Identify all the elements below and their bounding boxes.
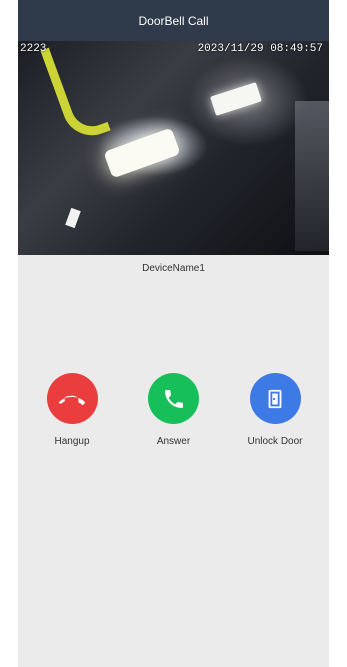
camera-scene-cable bbox=[40, 41, 111, 144]
answer-circle[interactable] bbox=[148, 373, 199, 424]
doorbell-call-screen: DoorBell Call 2223 2023/11/29 08:49:57 D… bbox=[18, 0, 329, 667]
answer-button[interactable]: Answer bbox=[135, 373, 213, 447]
camera-timestamp: 2023/11/29 08:49:57 bbox=[197, 43, 323, 55]
phone-answer-icon bbox=[164, 389, 183, 408]
camera-feed: 2223 2023/11/29 08:49:57 bbox=[18, 41, 329, 255]
camera-scene-light bbox=[65, 207, 81, 229]
hangup-label: Hangup bbox=[54, 436, 90, 447]
hangup-circle[interactable] bbox=[46, 373, 98, 424]
door-unlock-icon bbox=[268, 389, 282, 408]
camera-channel-id: 2223 bbox=[20, 43, 47, 55]
answer-label: Answer bbox=[156, 436, 191, 447]
device-name: DeviceName1 bbox=[142, 263, 205, 274]
hangup-button[interactable]: Hangup bbox=[33, 373, 111, 447]
call-actions: Hangup Answer Unlock Door bbox=[18, 373, 329, 447]
unlock-door-button[interactable]: Unlock Door bbox=[236, 373, 314, 447]
unlock-door-circle[interactable] bbox=[249, 373, 301, 424]
page-title: DoorBell Call bbox=[138, 13, 209, 28]
title-bar: DoorBell Call bbox=[18, 0, 329, 41]
camera-scene-light bbox=[103, 127, 181, 179]
phone-hangup-icon bbox=[59, 395, 85, 405]
unlock-door-label: Unlock Door bbox=[247, 436, 303, 447]
camera-scene-shelf bbox=[295, 101, 329, 251]
camera-scene-light bbox=[210, 82, 262, 116]
